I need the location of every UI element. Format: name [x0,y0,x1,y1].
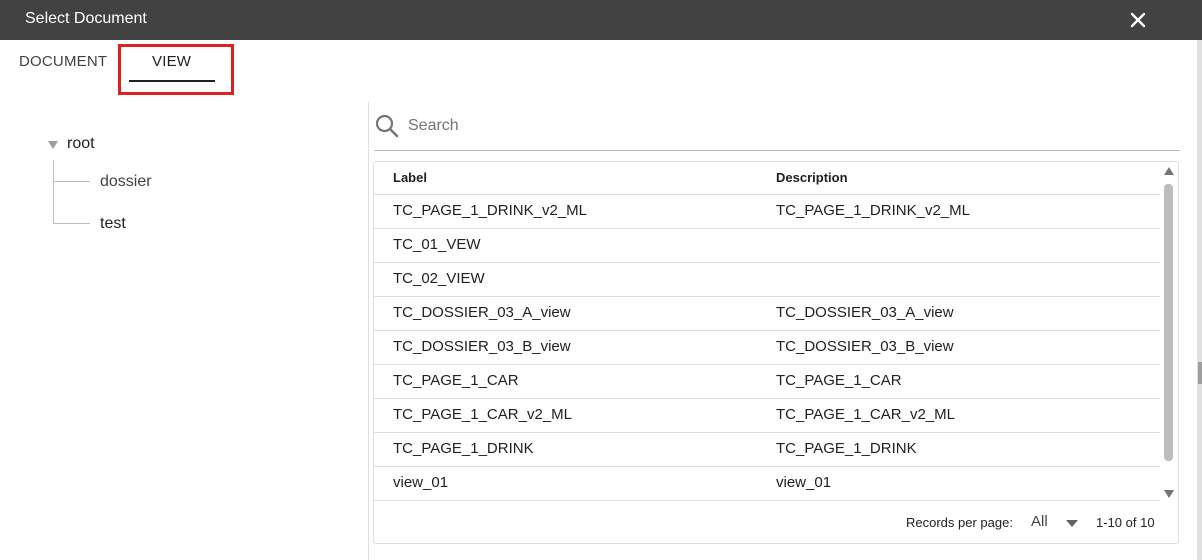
tree-node-root[interactable]: root [67,135,95,153]
tree-connector [53,160,54,224]
records-per-page-label: Records per page: [906,515,1013,530]
cell-label: TC_DOSSIER_03_B_view [393,338,571,355]
column-header-description[interactable]: Description [776,170,848,185]
table-row[interactable]: view_01 view_01 [374,467,1160,501]
cell-description: view_01 [776,474,832,491]
cell-label: TC_01_VEW [393,236,481,253]
cell-label: TC_02_VIEW [393,270,485,287]
scroll-down-arrow-icon[interactable] [1163,489,1175,499]
caret-down-icon[interactable] [47,140,59,150]
dialog-titlebar: Select Document [0,0,1202,40]
table-row[interactable]: TC_PAGE_1_DRINK_v2_ML TC_PAGE_1_DRINK_v2… [374,195,1160,229]
views-table: Label Description TC_PAGE_1_DRINK_v2_ML … [373,161,1179,544]
cell-label: TC_PAGE_1_DRINK [393,440,534,457]
table-header: Label Description [374,162,1160,195]
search-underline [374,150,1180,151]
cell-label: TC_PAGE_1_CAR_v2_ML [393,406,572,423]
column-header-label[interactable]: Label [393,170,427,185]
caret-down-icon[interactable] [1066,520,1078,527]
table-row[interactable]: TC_PAGE_1_DRINK TC_PAGE_1_DRINK [374,433,1160,467]
table-scrollbar-thumb[interactable] [1164,184,1173,461]
table-row[interactable]: TC_DOSSIER_03_B_view TC_DOSSIER_03_B_vie… [374,331,1160,365]
records-per-page-select[interactable]: All [1031,513,1048,530]
cell-label: TC_PAGE_1_CAR [393,372,519,389]
table-row[interactable]: TC_02_VIEW [374,263,1160,297]
outer-scrollbar-track[interactable] [1197,40,1202,560]
cell-description: TC_PAGE_1_DRINK_v2_ML [776,202,970,219]
pagination-range: 1-10 of 10 [1096,515,1155,530]
cell-description: TC_PAGE_1_CAR [776,372,902,389]
cell-description: TC_DOSSIER_03_B_view [776,338,954,355]
panel-divider [368,102,369,560]
dialog-title: Select Document [25,10,147,27]
cell-description: TC_PAGE_1_CAR_v2_ML [776,406,955,423]
table-row[interactable]: TC_01_VEW [374,229,1160,263]
tree-connector [54,223,90,224]
tree-node-test[interactable]: test [100,215,126,233]
outer-scrollbar-thumb[interactable] [1198,362,1202,384]
cell-label: TC_PAGE_1_DRINK_v2_ML [393,202,587,219]
scroll-up-arrow-icon[interactable] [1163,166,1175,176]
table-row[interactable]: TC_PAGE_1_CAR_v2_ML TC_PAGE_1_CAR_v2_ML [374,399,1160,433]
table-row[interactable]: TC_DOSSIER_03_A_view TC_DOSSIER_03_A_vie… [374,297,1160,331]
table-row[interactable]: TC_PAGE_1_CAR TC_PAGE_1_CAR [374,365,1160,399]
tab-document[interactable]: DOCUMENT [19,53,107,70]
search-icon [375,114,399,138]
tab-view-highlight-box [118,44,234,95]
cell-description: TC_DOSSIER_03_A_view [776,304,954,321]
search-input[interactable] [408,112,1168,140]
cell-label: view_01 [393,474,449,491]
tree-node-dossier[interactable]: dossier [100,173,152,191]
cell-label: TC_DOSSIER_03_A_view [393,304,571,321]
tree-connector [54,181,90,182]
close-icon[interactable] [1126,8,1150,32]
cell-description: TC_PAGE_1_DRINK [776,440,917,457]
